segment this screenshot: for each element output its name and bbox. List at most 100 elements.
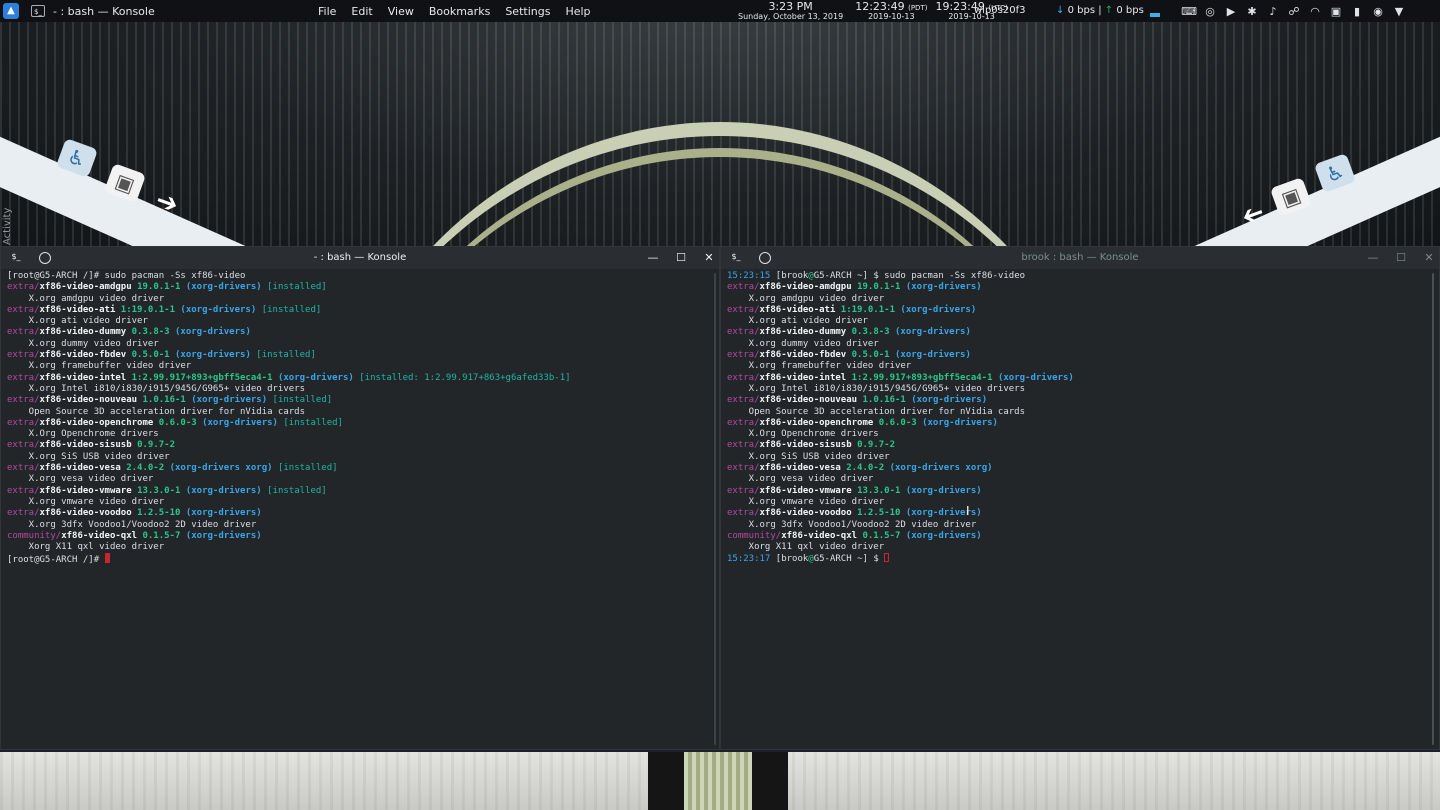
terminal-text-segment: xf86-video-vesa xyxy=(39,463,121,474)
active-window-title[interactable]: - : bash — Konsole xyxy=(53,5,155,18)
terminal-text-segment: extra/ xyxy=(7,395,40,406)
terminal-text-segment: [installed] xyxy=(267,485,327,496)
terminal-text-segment: (xorg-drivers) xyxy=(895,350,971,361)
keep-above-icon[interactable] xyxy=(39,252,51,264)
terminal-output-root[interactable]: [root@G5-ARCH /]# sudo pacman -Ss xf86-v… xyxy=(1,269,707,749)
activity-label[interactable]: Activity xyxy=(2,205,16,245)
volume-icon[interactable]: ♪ xyxy=(1266,4,1280,18)
terminal-text-segment: X.org amdgpu video driver xyxy=(7,293,165,304)
konsole-brook-titlebar[interactable]: $_ brook : bash — Konsole — ☐ ✕ xyxy=(721,247,1439,269)
menu-view[interactable]: View xyxy=(388,5,414,18)
terminal-text-segment: [root@G5-ARCH /]# xyxy=(7,555,105,566)
terminal-output-brook[interactable]: 15:23:15 [brook@G5-ARCH ~] $ sudo pacman… xyxy=(721,269,1427,749)
terminal-text-segment: 0.9.7-2 xyxy=(137,440,175,451)
terminal-text-segment: X.org ati video driver xyxy=(7,316,148,327)
clock-pdt[interactable]: 12:23:49 (PDT) 2019-10-13 xyxy=(855,0,927,21)
terminal-text-segment: X.org vesa video driver xyxy=(7,474,154,485)
menu-file[interactable]: File xyxy=(318,5,336,18)
terminal-text-segment: [installed] xyxy=(272,395,333,406)
terminal-line: X.Org Openchrome drivers xyxy=(7,429,701,440)
terminal-line: X.org 3dfx Voodoo1/Voodoo2 2D video driv… xyxy=(7,520,701,531)
media-player-icon[interactable]: ▶ xyxy=(1224,4,1238,18)
terminal-text-segment: extra/ xyxy=(7,327,40,338)
terminal-text-segment: X.org SiS USB video driver xyxy=(727,451,890,462)
lock-icon[interactable]: ▣ xyxy=(1329,4,1343,18)
keyboard-icon[interactable]: ⌨ xyxy=(1181,4,1197,18)
terminal-text-segment: xf86-video-intel xyxy=(759,372,847,383)
close-icon[interactable]: ✕ xyxy=(703,247,715,269)
terminal-text-segment: Open Source 3D acceleration driver for n… xyxy=(7,406,306,417)
terminal-text-segment: [installed] xyxy=(277,463,338,474)
terminal-text-segment: community/ xyxy=(7,530,62,541)
terminal-line: extra/xf86-video-ati 1:19.0.1-1 (xorg-dr… xyxy=(7,305,701,316)
terminal-line: X.Org Openchrome drivers xyxy=(727,429,1421,440)
terminal-text-segment: [root@G5-ARCH /]# sudo pacman -Ss xf86-v… xyxy=(7,271,246,281)
top-panel: ▲ $_ - : bash — Konsole File Edit View B… xyxy=(0,0,1440,22)
konsole-window-root: $_ - : bash — Konsole — ☐ ✕ [root@G5-ARC… xyxy=(0,246,720,750)
menu-settings[interactable]: Settings xyxy=(505,5,550,18)
system-tray: ⌨ ◎ ▶ ✱ ♪ ☍ ◠ ▣ ▮ ◉ ▼ xyxy=(1181,3,1406,19)
terminal-text-segment: 15:23:15 xyxy=(727,271,771,281)
terminal-icon[interactable]: $_ xyxy=(730,251,742,263)
minimize-icon[interactable]: — xyxy=(647,247,659,269)
terminal-text-segment: (xorg-drivers) xyxy=(175,327,251,338)
network-interface-label[interactable]: wlp0s20f3 xyxy=(974,5,1025,16)
terminal-text-segment: [installed: 1:2.99.917+863+g6afed33b-1] xyxy=(359,372,571,383)
clipboard-icon[interactable]: ◎ xyxy=(1203,4,1217,18)
terminal-text-segment: xf86-video-openchrome xyxy=(39,417,154,428)
kde-connect-icon[interactable]: ☍ xyxy=(1287,4,1301,18)
terminal-line: extra/xf86-video-dummy 0.3.8-3 (xorg-dri… xyxy=(727,327,1421,338)
terminal-line: extra/xf86-video-fbdev 0.5.0-1 (xorg-dri… xyxy=(7,350,701,361)
terminal-line: extra/xf86-video-voodoo 1.2.5-10 (xorg-d… xyxy=(727,508,1421,519)
maximize-icon[interactable]: ☐ xyxy=(1395,247,1407,269)
terminal-text-segment: xf86-video-qxl xyxy=(61,530,138,541)
terminal-text-segment: (xorg-drivers) xyxy=(911,395,988,406)
notifications-icon[interactable]: ◉ xyxy=(1371,4,1385,18)
terminal-scrollbar[interactable] xyxy=(1427,269,1439,749)
terminal-text-segment: 1:19.0.1-1 xyxy=(120,304,175,315)
terminal-text-segment: xf86-video-vesa xyxy=(759,463,841,474)
terminal-text-segment: xf86-video-amdgpu xyxy=(39,282,132,293)
terminal-text-segment: 1.2.5-10 xyxy=(857,508,901,519)
terminal-text-segment: xf86-video-dummy xyxy=(759,327,847,338)
terminal-text-segment: 1:2.99.917+893+gbff5eca4-1 xyxy=(851,372,993,383)
terminal-text-segment: 0.6.0-3 xyxy=(158,417,197,428)
terminal-line: X.org 3dfx Voodoo1/Voodoo2 2D video driv… xyxy=(727,520,1421,531)
terminal-icon[interactable]: $_ xyxy=(10,251,22,263)
keep-above-icon[interactable] xyxy=(759,252,771,264)
terminal-text-segment: X.Org Openchrome drivers xyxy=(7,429,159,440)
wallpaper-track-stripe xyxy=(684,752,752,810)
terminal-cursor xyxy=(884,553,890,563)
maximize-icon[interactable]: ☐ xyxy=(675,247,687,269)
menu-edit[interactable]: Edit xyxy=(351,5,372,18)
bluetooth-icon[interactable]: ✱ xyxy=(1245,4,1259,18)
menu-bookmarks[interactable]: Bookmarks xyxy=(429,5,490,18)
clock-local[interactable]: 3:23 PM Sunday, October 13, 2019 xyxy=(738,0,843,21)
terminal-line: Open Source 3D acceleration driver for n… xyxy=(727,407,1421,418)
terminal-text-segment: (xorg-drivers) xyxy=(185,485,262,496)
konsole-task-icon[interactable]: $_ xyxy=(31,5,45,17)
menu-help[interactable]: Help xyxy=(565,5,590,18)
battery-icon[interactable]: ▮ xyxy=(1350,4,1364,18)
konsole-root-titlebar[interactable]: $_ - : bash — Konsole — ☐ ✕ xyxy=(1,247,719,269)
arrow-down-icon[interactable]: ▼ xyxy=(1392,4,1406,18)
network-speed[interactable]: ↓ 0 bps | ↑ 0 bps xyxy=(1056,5,1144,16)
terminal-text-segment: extra/ xyxy=(727,304,760,315)
terminal-text-segment: [installed] xyxy=(283,417,343,428)
terminal-line: X.org vmware video driver xyxy=(7,497,701,508)
clock-group[interactable]: 3:23 PM Sunday, October 13, 2019 12:23:4… xyxy=(738,0,1008,22)
terminal-line: X.org vesa video driver xyxy=(727,474,1421,485)
terminal-line: [root@G5-ARCH /]# xyxy=(7,553,701,566)
minimize-icon[interactable]: — xyxy=(1367,247,1379,269)
close-icon[interactable]: ✕ xyxy=(1423,247,1435,269)
app-launcher-icon[interactable]: ▲ xyxy=(3,3,19,19)
terminal-text-segment: X.org dummy video driver xyxy=(727,338,879,349)
wifi-icon[interactable]: ◠ xyxy=(1308,4,1322,18)
terminal-text-segment: extra/ xyxy=(7,485,40,496)
terminal-line: Xorg X11 qxl video driver xyxy=(727,542,1421,553)
terminal-scrollbar[interactable] xyxy=(707,269,719,749)
terminal-text-segment: (xorg-drivers) xyxy=(922,417,998,428)
terminal-line: [root@G5-ARCH /]# sudo pacman -Ss xf86-v… xyxy=(7,271,701,282)
terminal-text-segment: 1.0.16-1 xyxy=(862,395,906,406)
terminal-text-segment: (xorg-drivers) xyxy=(185,530,262,541)
